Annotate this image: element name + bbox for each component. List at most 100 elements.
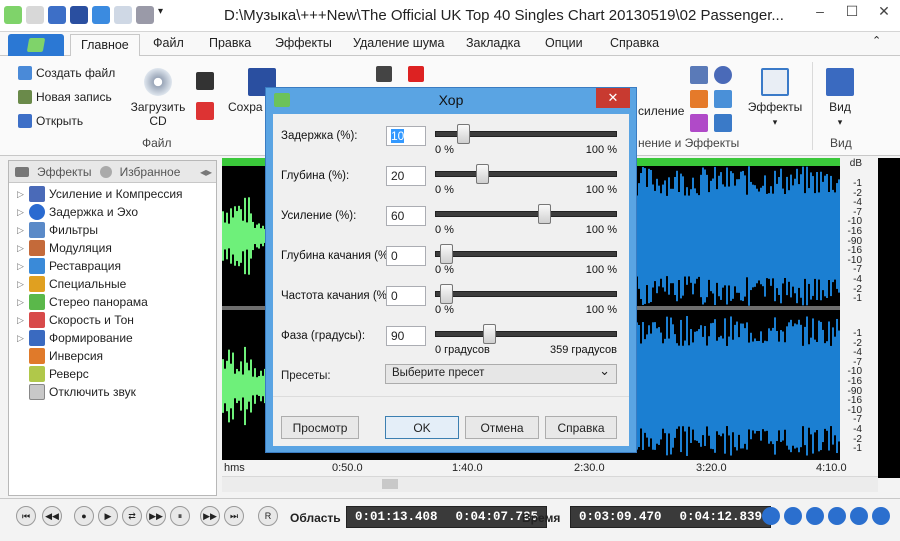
fade-icon[interactable] <box>690 90 708 108</box>
tree-item-filters[interactable]: ▷ Фильтры <box>9 221 216 239</box>
expand-icon[interactable]: ▷ <box>17 297 25 308</box>
expand-icon[interactable]: ▷ <box>17 189 25 200</box>
disc-icon[interactable] <box>136 6 154 24</box>
tab-panel-favorites[interactable]: Избранное <box>120 165 181 179</box>
effect-small-icon[interactable] <box>690 66 708 84</box>
save-button[interactable]: Сохра <box>228 68 276 114</box>
qat-dropdown-icon[interactable]: ▾ <box>158 6 166 24</box>
delete-icon[interactable] <box>408 66 424 82</box>
ribbon-collapse-icon[interactable]: ⌃ <box>872 34 881 47</box>
amplify-label[interactable]: силение <box>638 104 684 118</box>
app-menu-button[interactable] <box>8 34 64 56</box>
tree-item-delay[interactable]: ▷ Задержка и Эхо <box>9 203 216 221</box>
wave-icon[interactable] <box>714 114 732 132</box>
create-file-button[interactable]: Создать файл <box>18 66 115 80</box>
param-value-field[interactable]: 60 <box>386 206 426 226</box>
vertical-scrollbar[interactable] <box>878 158 900 478</box>
undo-icon[interactable] <box>92 6 110 24</box>
ok-button[interactable]: OK <box>385 416 459 439</box>
param-slider-track[interactable] <box>435 211 617 217</box>
expand-icon[interactable]: ▷ <box>17 279 25 290</box>
scissors-icon[interactable] <box>376 66 392 82</box>
presets-select[interactable]: Выберите пресет <box>385 363 617 384</box>
param-slider-thumb[interactable] <box>483 324 497 344</box>
tempo-icon[interactable] <box>714 66 732 84</box>
video-icon[interactable] <box>196 72 214 90</box>
expand-icon[interactable]: ▷ <box>17 207 25 218</box>
expand-icon[interactable]: ▷ <box>17 333 25 344</box>
reverse-icon[interactable] <box>690 114 708 132</box>
tree-item-restoration[interactable]: ▷ Реставрация <box>9 257 216 275</box>
minimize-button[interactable]: – <box>804 0 836 22</box>
new-record-button[interactable]: Новая запись <box>18 90 112 104</box>
param-slider-thumb[interactable] <box>440 244 454 264</box>
play-selection-button[interactable]: ▶▶ <box>146 506 166 526</box>
param-value-field[interactable]: 10 <box>386 126 426 146</box>
horizontal-scrollbar[interactable] <box>222 476 878 492</box>
tree-item-amplify[interactable]: ▷ Усиление и Компрессия <box>9 185 216 203</box>
effects-button[interactable]: Эффекты ▾ <box>745 68 805 129</box>
expand-icon[interactable]: ▷ <box>17 261 25 272</box>
tree-item-modulation[interactable]: ▷ Модуляция <box>9 239 216 257</box>
param-slider-track[interactable] <box>435 171 617 177</box>
tab-bookmark[interactable]: Закладка <box>466 36 520 50</box>
tab-effects[interactable]: Эффекты <box>275 36 332 50</box>
cancel-button[interactable]: Отмена <box>465 416 539 439</box>
zoom-in-icon[interactable] <box>762 507 780 525</box>
param-value-field[interactable]: 0 <box>386 286 426 306</box>
loop-button[interactable]: ⇄ <box>122 506 142 526</box>
close-button[interactable]: ✕ <box>868 0 900 22</box>
cut-icon[interactable] <box>26 6 44 24</box>
forward-button[interactable]: ▶▶ <box>200 506 220 526</box>
expand-icon[interactable]: ▷ <box>17 243 25 254</box>
open-icon[interactable] <box>48 6 66 24</box>
tab-home[interactable]: Главное <box>70 34 140 56</box>
param-slider-track[interactable] <box>435 331 617 337</box>
tab-panel-effects[interactable]: Эффекты <box>37 165 92 179</box>
go-end-button[interactable]: ⏭ <box>224 506 244 526</box>
open-button[interactable]: Открыть <box>18 114 83 128</box>
load-cd-button[interactable]: Загрузить CD <box>128 68 188 128</box>
tab-file[interactable]: Файл <box>153 36 184 50</box>
dialog-close-button[interactable]: ✕ <box>596 88 630 108</box>
pause-button[interactable]: ⏸ <box>170 506 190 526</box>
zoom-out-icon[interactable] <box>784 507 802 525</box>
zoom-selection-icon[interactable] <box>806 507 824 525</box>
param-value-field[interactable]: 20 <box>386 166 426 186</box>
param-slider-track[interactable] <box>435 251 617 257</box>
rewind-button[interactable]: ◀◀ <box>42 506 62 526</box>
tab-help[interactable]: Справка <box>610 36 659 50</box>
zoom-vertical-in-icon[interactable] <box>850 507 868 525</box>
redo-icon[interactable] <box>114 6 132 24</box>
tab-edit[interactable]: Правка <box>209 36 251 50</box>
zoom-fit-icon[interactable] <box>828 507 846 525</box>
zoom-vertical-out-icon[interactable] <box>872 507 890 525</box>
tree-item-stereo[interactable]: ▷ Стерео панорама <box>9 293 216 311</box>
tree-item-reverse[interactable]: Реверс <box>9 365 216 383</box>
maximize-button[interactable]: ☐ <box>836 0 868 22</box>
expand-icon[interactable]: ▷ <box>17 315 25 326</box>
param-slider-thumb[interactable] <box>476 164 490 184</box>
param-value-field[interactable]: 90 <box>386 326 426 346</box>
panel-scroll-icon[interactable]: ◂▸ <box>200 165 212 179</box>
play-button[interactable]: ▶ <box>98 506 118 526</box>
tree-item-mute[interactable]: Отключить звук <box>9 383 216 401</box>
view-button[interactable]: Вид ▾ <box>822 68 858 129</box>
go-start-button[interactable]: ⏮ <box>16 506 36 526</box>
tree-item-inversion[interactable]: Инверсия <box>9 347 216 365</box>
eq-icon[interactable] <box>714 90 732 108</box>
help-button[interactable]: Справка <box>545 416 617 439</box>
tab-noise-removal[interactable]: Удаление шума <box>353 36 444 50</box>
tree-item-special[interactable]: ▷ Специальные <box>9 275 216 293</box>
param-slider-thumb[interactable] <box>440 284 454 304</box>
youtube-icon[interactable] <box>196 102 214 120</box>
param-slider-thumb[interactable] <box>538 204 552 224</box>
record-button[interactable]: R <box>258 506 278 526</box>
param-value-field[interactable]: 0 <box>386 246 426 266</box>
preview-button[interactable]: Просмотр <box>281 416 359 439</box>
expand-icon[interactable]: ▷ <box>17 225 25 236</box>
param-slider-track[interactable] <box>435 291 617 297</box>
stop-button[interactable]: ● <box>74 506 94 526</box>
param-slider-thumb[interactable] <box>457 124 471 144</box>
tree-item-forming[interactable]: ▷ Формирование <box>9 329 216 347</box>
